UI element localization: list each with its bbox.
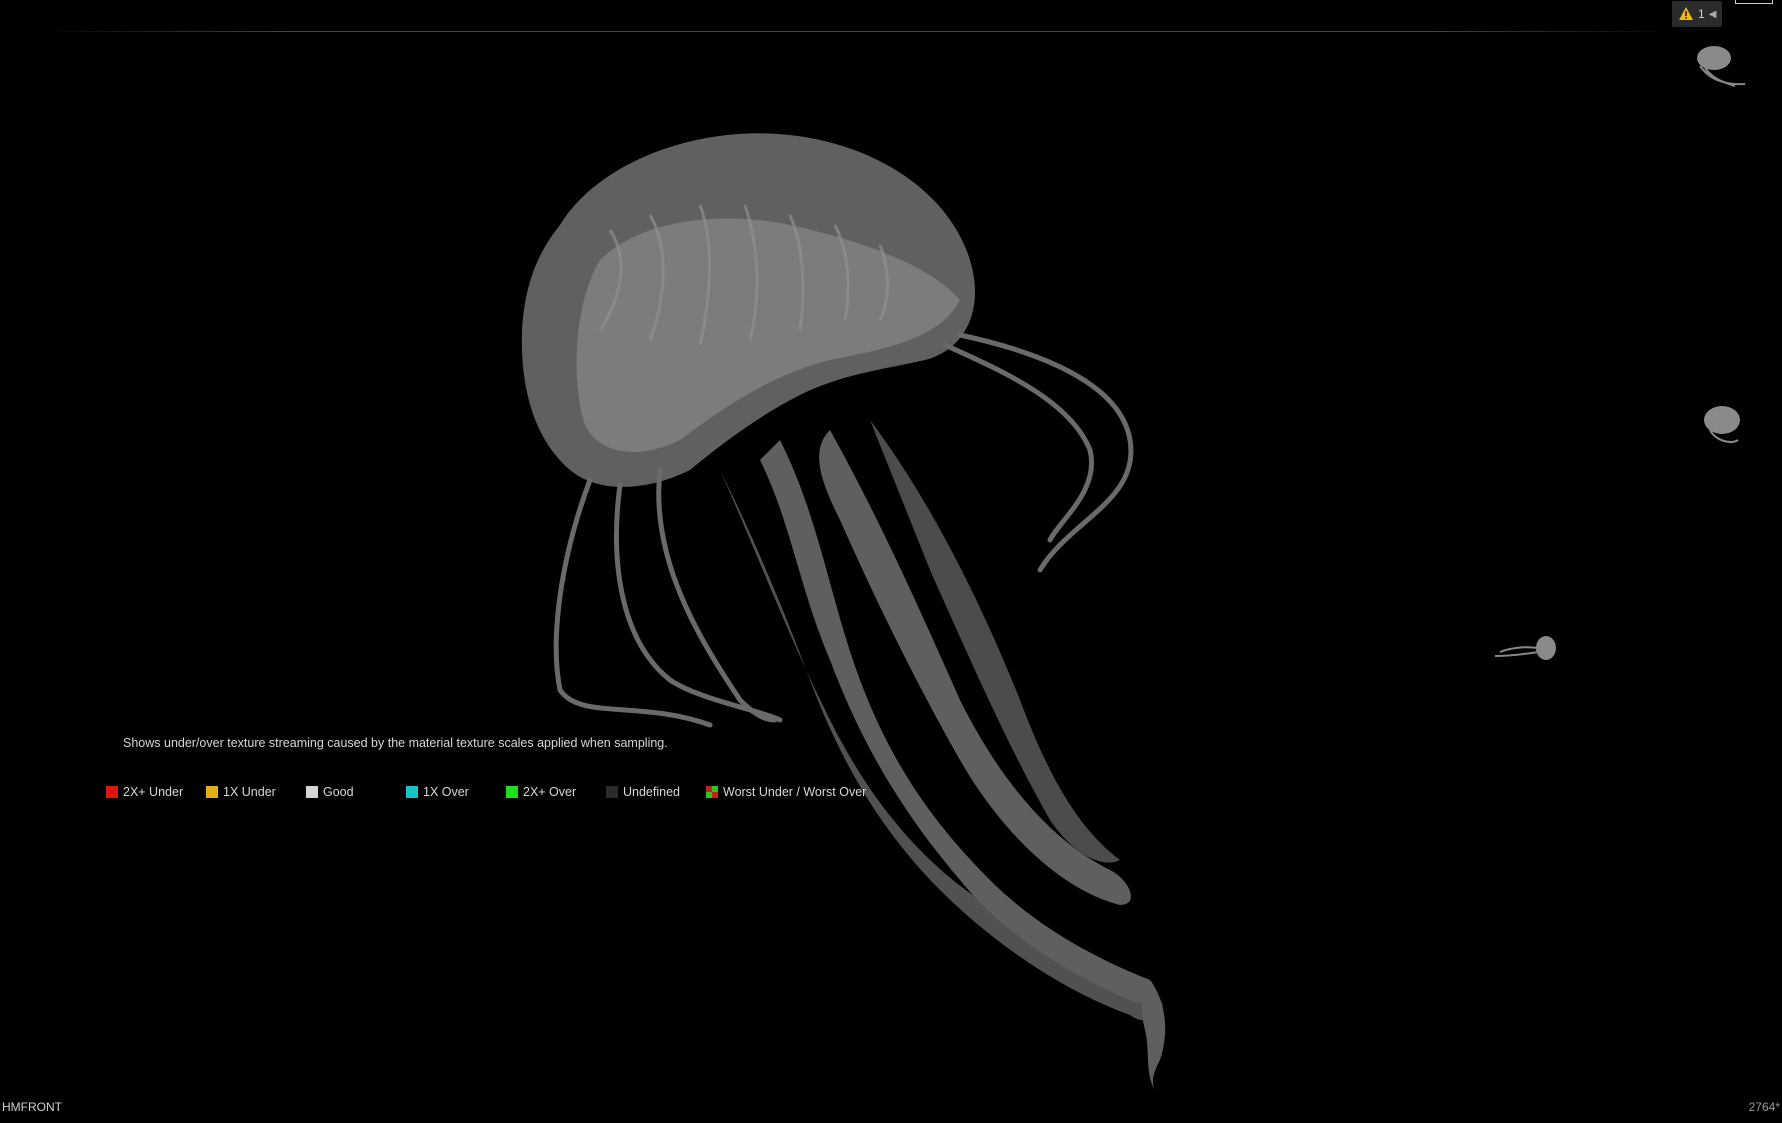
viewport-label-right: 2764* [1748, 1100, 1780, 1114]
chevron-left-icon: ◀ [1708, 8, 1717, 20]
legend-item-undefined: Undefined [606, 785, 680, 799]
level-viewport[interactable]: 1 ◀ Shows under/over texture streaming c… [0, 0, 1782, 1123]
red-swatch-icon [106, 786, 118, 798]
viewmode-description: Shows under/over texture streaming cause… [123, 736, 668, 750]
legend-item-2x-under: 2X+ Under [106, 785, 183, 799]
jellyfish-oral-arms [720, 420, 1166, 1090]
jellyfish-distant-1 [1697, 46, 1746, 87]
dark-swatch-icon [606, 786, 618, 798]
legend-item-2x-over: 2X+ Over [506, 785, 576, 799]
warning-count: 1 [1698, 7, 1705, 21]
viewport-corner-frame [1735, 0, 1773, 4]
legend-item-1x-under: 1X Under [206, 785, 276, 799]
red-green-checker-swatch-icon [706, 786, 718, 798]
white-swatch-icon [306, 786, 318, 798]
jellyfish-scene [521, 46, 1746, 1090]
yellow-swatch-icon [206, 786, 218, 798]
legend-item-1x-over: 1X Over [406, 785, 469, 799]
viewport-top-border [40, 31, 1680, 32]
legend-item-good: Good [306, 785, 354, 799]
viewport-label-left: HMFRONT [2, 1100, 62, 1114]
legend-item-worst: Worst Under / Worst Over [706, 785, 866, 799]
jellyfish-main [521, 133, 975, 487]
green-swatch-icon [506, 786, 518, 798]
jellyfish-distant-3 [1494, 636, 1556, 660]
jellyfish-distant-2 [1704, 406, 1740, 443]
cyan-swatch-icon [406, 786, 418, 798]
warning-icon [1679, 7, 1693, 20]
warning-indicator[interactable]: 1 ◀ [1672, 1, 1722, 27]
